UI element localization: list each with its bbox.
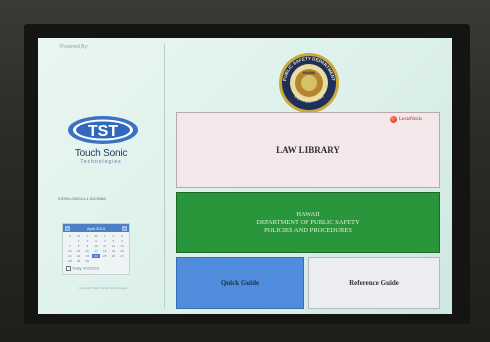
calendar-weekday: S [68,234,71,238]
lexisnexis-icon [390,116,397,123]
calendar-day[interactable]: 29 [75,259,83,263]
policies-procedures-button[interactable]: HAWAII DEPARTMENT OF PUBLIC SAFETY POLIC… [176,192,440,253]
calendar-day[interactable]: 21 [66,254,74,258]
calendar-day[interactable]: 25 [101,254,109,258]
calendar-day[interactable]: 16 [83,249,91,253]
calendar-weekday: T [86,234,89,238]
law-library-label: LAW LIBRARY [276,145,340,155]
calendar-weekday: T [103,234,106,238]
calendar-day[interactable]: 1 [75,239,83,243]
brand-name: Touch Sonic [74,148,128,159]
law-library-button[interactable]: LAW LIBRARY [176,112,440,188]
tst-logo-icon: TST [68,116,138,144]
calendar-next-button[interactable]: > [121,225,127,231]
calendar-today[interactable]: Today: 4/12/2013 [66,266,99,271]
reference-guide-label: Reference Guide [349,279,399,287]
calendar-day[interactable]: 22 [75,254,83,258]
calendar-day[interactable]: 12 [110,244,118,248]
calendar-day[interactable]: 10 [92,244,100,248]
calendar-day[interactable]: 18 [101,249,109,253]
calendar-day[interactable]: 19 [110,249,118,253]
calendar-day[interactable]: 14 [66,249,74,253]
calendar-day[interactable]: 20 [118,249,126,253]
calendar-day[interactable] [101,259,109,263]
monitor-frame: Powered By: TST Touch Sonic Technologies… [0,0,490,342]
powered-by-label: Powered By: [60,44,89,50]
policies-line-1: HAWAII [296,210,320,218]
brand-subtitle: Technologies [80,159,122,165]
footnote: Copyright Touch Sonic Technologies [78,286,128,290]
quick-guide-label: Quick Guide [220,279,260,287]
reference-guide-button[interactable]: Reference Guide [308,257,440,309]
policies-line-3: POLICIES AND PROCEDURES [264,226,352,234]
calendar-day[interactable]: 28 [66,259,74,263]
station-id: KIOSK-000014-1-INC9988 [58,196,106,201]
calendar-day[interactable]: 4 [101,239,109,243]
lexisnexis-label: LexisNexis [399,117,422,122]
calendar-day[interactable]: 2 [83,239,91,243]
svg-text:TST: TST [88,123,118,140]
calendar-day[interactable]: 9 [83,244,91,248]
calendar-day[interactable]: 7 [66,244,74,248]
calendar-grid: S M T W T F S 1 2 3 4 5 6 7 8 9 10 11 12 13 14 15 16 17 18 19 20 21… [63,232,129,265]
calendar-day[interactable] [92,259,100,263]
calendar-day[interactable]: 30 [83,259,91,263]
today-label: Today: 4/12/2013 [72,266,99,271]
calendar-day[interactable] [66,239,74,243]
calendar-weekday: S [121,234,124,238]
panel-divider [164,44,165,308]
calendar-day[interactable]: 15 [75,249,83,253]
calendar-weekday: F [112,234,115,238]
calendar-prev-button[interactable]: < [65,225,70,231]
calendar-day[interactable]: 17 [92,249,100,253]
kiosk-screen: Powered By: TST Touch Sonic Technologies… [38,38,452,314]
hawaii-psd-seal-icon: PUBLIC SAFETY DEPARTMENT HAWAII CORRECTI… [279,53,339,113]
policies-line-2: DEPARTMENT OF PUBLIC SAFETY [256,218,360,226]
calendar-day[interactable]: 27 [118,254,126,258]
seal-text-mid: HAWAII [303,71,315,75]
calendar-day[interactable]: 13 [118,244,126,248]
calendar-weekday: M [77,234,80,238]
calendar-day[interactable] [110,259,118,263]
calendar-month: April 2013 [86,225,105,231]
calendar-day[interactable]: 3 [92,239,100,243]
calendar-day[interactable]: 6 [118,239,126,243]
left-panel: Powered By: TST Touch Sonic Technologies… [38,38,164,314]
lexisnexis-logo: LexisNexis [390,116,422,123]
calendar-day[interactable]: 23 [83,254,91,258]
calendar-day[interactable]: 11 [101,244,109,248]
calendar-day[interactable]: 8 [75,244,83,248]
calendar-header: < April 2013 > [63,224,129,232]
calendar-day[interactable]: 24 [92,254,100,258]
calendar-day[interactable]: 5 [110,239,118,243]
today-checkbox[interactable] [66,266,71,271]
quick-guide-button[interactable]: Quick Guide [176,257,304,309]
calendar-day[interactable] [118,259,126,263]
calendar-widget: < April 2013 > S M T W T F S 1 2 3 4 5 6 7 8 9 10 11 12 13 1… [62,223,130,275]
calendar-day[interactable]: 26 [110,254,118,258]
calendar-weekday: W [94,234,98,238]
